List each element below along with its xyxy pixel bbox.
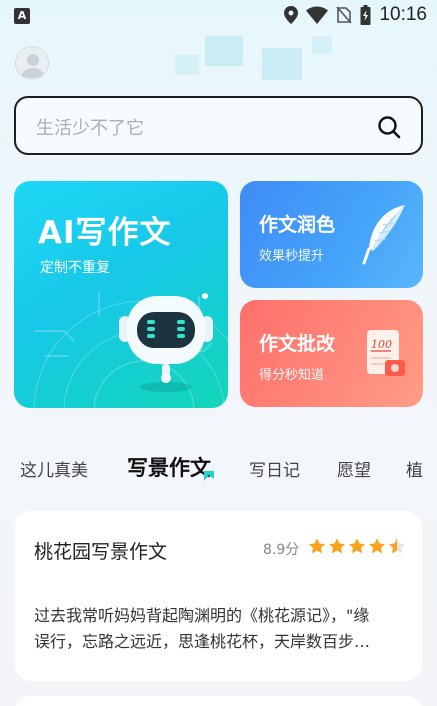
wifi-icon [306,6,329,24]
search-icon[interactable] [377,115,401,139]
app-notification-icon: A [14,8,30,24]
feather-pen-icon [362,205,405,265]
essay-card[interactable] [15,696,422,706]
status-bar: A 10:16 [0,0,437,32]
polish-card[interactable]: 作文润色 效果秒提升 [240,181,423,288]
robot-icon [119,293,213,392]
grade-card[interactable]: 作文批改 得分秒知道 100 [240,300,423,407]
status-icons: 10:16 [284,4,427,26]
essay-excerpt-line: 过去我常听妈妈背起陶渊明的《桃花源记》，"缘 [34,606,370,625]
star-icon [369,538,385,554]
star-icon [329,538,345,554]
active-tab-indicator [204,471,214,481]
star-icon [349,538,365,554]
ai-write-subtitle: 定制不重复 [40,260,110,276]
category-tabs: 这儿真美 写景作文 写日记 愿望 植 [0,440,437,488]
grade-title: 作文批改 [259,333,336,355]
background-decoration [175,55,199,75]
tab-wish[interactable]: 愿望 [337,456,371,481]
essay-excerpt: 过去我常听妈妈背起陶渊明的《桃花源记》，"缘 误行，忘路之远近，思逢桃花杯，天岸… [34,603,404,655]
background-decoration [205,36,243,66]
status-time: 10:16 [379,4,427,25]
grade-subtitle: 得分秒知道 [259,368,325,383]
location-icon [284,6,299,24]
avatar[interactable] [15,46,49,80]
background-decoration [312,36,332,54]
ai-write-card[interactable]: AI写作文 定制不重复 [14,181,228,408]
half-star-icon [389,538,405,554]
user-icon [21,54,45,78]
star-icon [309,538,325,554]
search-bar[interactable]: 生活少不了它 [14,96,423,155]
essay-excerpt-line: 误行，忘路之远近，思逢桃花杯，天岸数百步… [34,632,371,651]
polish-subtitle: 效果秒提升 [259,249,325,264]
essay-score: 8.9分 [263,542,300,558]
no-sim-icon [336,6,353,24]
tab-diary[interactable]: 写日记 [249,456,300,481]
essay-title: 桃花园写景作文 [34,541,168,563]
ai-write-title: AI写作文 [38,215,172,251]
search-placeholder: 生活少不了它 [36,118,144,139]
background-decoration [262,48,302,80]
polish-title: 作文润色 [259,214,336,236]
star-rating [308,538,406,554]
graded-paper-icon: 100 [367,330,405,376]
battery-icon [360,5,371,25]
tab-plant[interactable]: 植 [406,456,423,481]
tab-scenery-essay[interactable]: 写景作文 [127,452,211,482]
tab-beautiful-here[interactable]: 这儿真美 [20,456,88,481]
essay-card[interactable]: 桃花园写景作文 8.9分 过去我常听妈妈背起陶渊明的《桃花源记》，"缘 误行，忘… [15,511,422,681]
grade-score-text: 100 [371,338,392,351]
